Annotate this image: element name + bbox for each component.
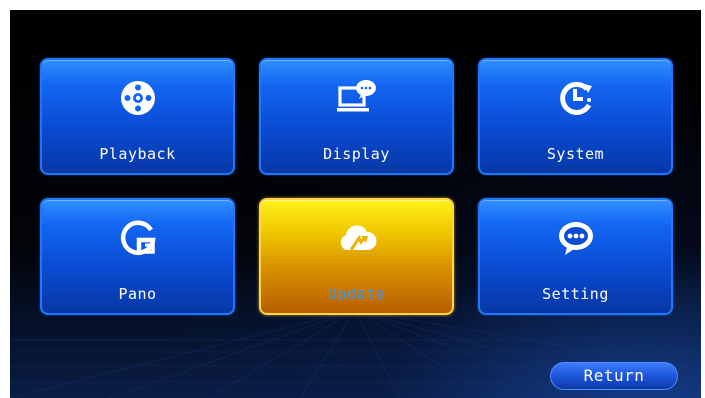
playback-tile[interactable]: Playback [40,58,235,175]
update-tile[interactable]: Update [259,198,454,315]
pano-tile[interactable]: Pano [40,198,235,315]
chat-bubble-icon [558,222,593,255]
pano-label: Pano [118,285,157,303]
return-button[interactable]: Return [550,362,678,390]
setting-tile[interactable]: Setting [478,198,673,315]
playback-label: Playback [99,145,176,163]
panorama-g-icon [120,220,156,255]
laptop-chat-icon [336,80,376,112]
setting-label: Setting [542,285,609,303]
system-label: System [546,145,605,163]
cloud-upload-icon [340,225,377,251]
device-screen: Playback Display System Pano Update Sett… [10,10,701,398]
system-tile[interactable]: System [478,58,673,175]
update-label: Update [327,285,386,303]
clock-refresh-icon [559,81,592,115]
display-label: Display [323,145,390,163]
film-reel-icon [120,81,155,115]
display-tile[interactable]: Display [259,58,454,175]
